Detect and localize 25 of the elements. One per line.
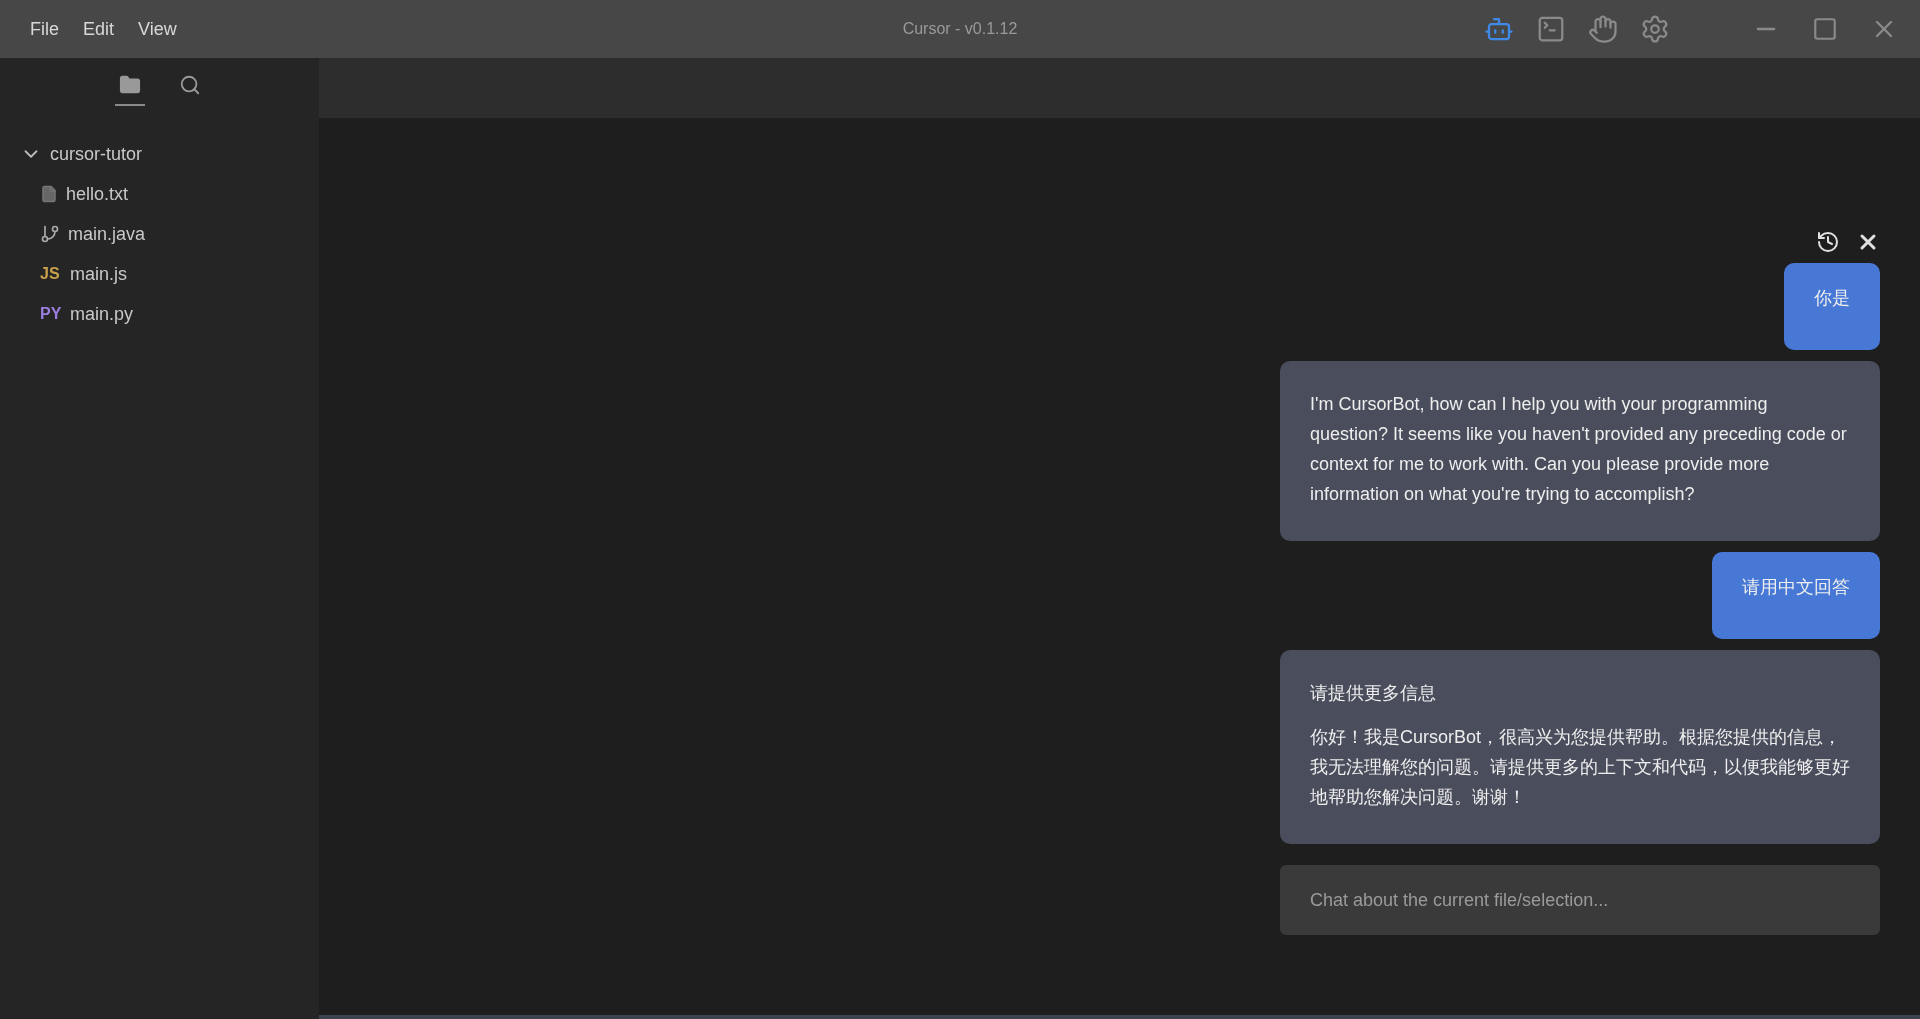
bot-message: I'm CursorBot, how can I help you with your programming question? It seems like you haven't provided any preceding code or context for me to work with. Can you please provide more information on what you're trying to accomplish?	[1280, 361, 1880, 541]
file-type-label: PY	[40, 305, 62, 323]
user-message: 你是	[1784, 263, 1880, 350]
message-text: 你好！我是CursorBot，很高兴为您提供帮助。根据您提供的信息，我无法理解您的问题。请提供更多的上下文和代码，以便我能够更好地帮助您解决问题。谢谢！	[1310, 726, 1850, 809]
file-type-label: JS	[40, 265, 61, 283]
file-icon	[40, 185, 58, 203]
hand-icon[interactable]	[1588, 14, 1618, 44]
settings-icon[interactable]	[1640, 14, 1670, 44]
file-name[interactable]: main.js	[70, 263, 127, 285]
file-name[interactable]: main.py	[70, 303, 134, 325]
history-icon[interactable]	[1816, 230, 1840, 254]
menu-item[interactable]: View	[126, 12, 189, 46]
folder-tab[interactable]	[114, 74, 145, 106]
terminal-icon[interactable]	[1536, 14, 1566, 44]
menu-item[interactable]: File	[18, 12, 71, 46]
chat-input[interactable]: Chat about the current file/selection...	[1280, 865, 1880, 935]
maximize-icon[interactable]	[1812, 16, 1838, 42]
folder-name[interactable]: cursor-tutor	[50, 143, 143, 165]
window-title: Cursor - v0.1.12	[902, 20, 1018, 38]
message-heading: 请提供更多信息	[1310, 682, 1437, 705]
file-name[interactable]: hello.txt	[66, 183, 129, 205]
file-name[interactable]: main.java	[68, 223, 146, 245]
branch-icon	[40, 224, 60, 244]
menu-item[interactable]: Edit	[71, 12, 127, 46]
user-message: 请用中文回答	[1712, 552, 1880, 639]
